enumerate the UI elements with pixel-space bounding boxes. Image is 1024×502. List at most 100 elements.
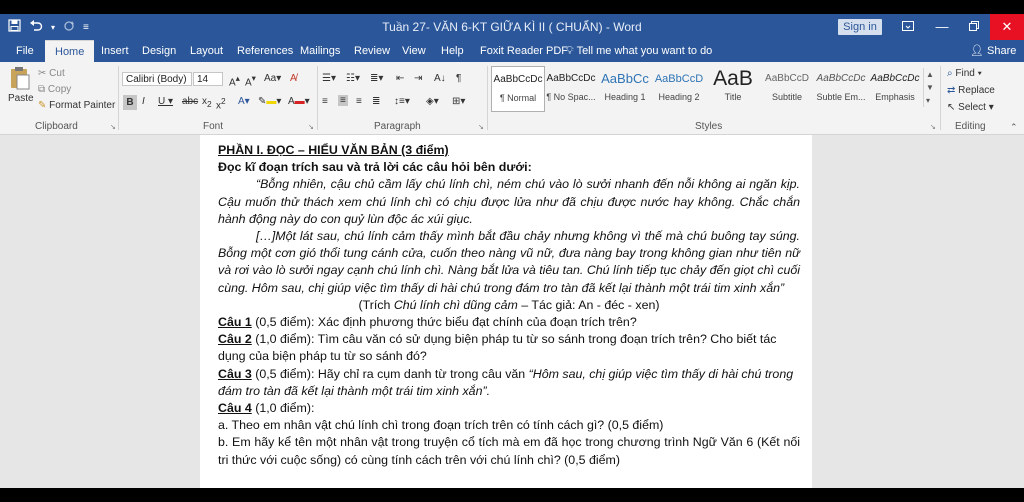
paste-button[interactable]: Paste (8, 66, 34, 104)
collapse-ribbon-icon[interactable]: ⌃ (1010, 122, 1018, 133)
line-spacing-icon[interactable]: ↕≡▾ (394, 96, 410, 107)
increase-indent-icon[interactable]: ⇥ (414, 73, 422, 84)
style-preview: AaBbCcDc (493, 74, 543, 85)
bullets-icon[interactable]: ☰▾ (322, 73, 336, 84)
copy-button[interactable]: ⧉ Copy (38, 84, 71, 95)
minimize-icon[interactable]: — (925, 14, 959, 40)
clipboard-launcher-icon[interactable]: ↘ (110, 123, 116, 131)
close-icon[interactable]: ✕ (990, 14, 1024, 40)
tab-references[interactable]: References (237, 40, 293, 62)
paragraph-group-label: Paragraph (374, 121, 421, 132)
shrink-font-icon[interactable]: A▾ (245, 73, 256, 88)
justify-icon[interactable]: ≣ (372, 96, 380, 107)
tab-mailings[interactable]: Mailings (300, 40, 340, 62)
style-heading-2[interactable]: AaBbCcD Heading 2 (653, 66, 705, 110)
cut-button[interactable]: ✂ Cut (38, 68, 65, 79)
find-label: Find (955, 68, 975, 79)
scroll-down-icon[interactable]: ▼ (926, 81, 934, 94)
select-button[interactable]: ↖ Select ▾ (947, 102, 994, 113)
shading-icon[interactable]: ◈▾ (426, 96, 439, 107)
tab-layout[interactable]: Layout (190, 40, 223, 62)
borders-icon[interactable]: ⊞▾ (452, 96, 465, 107)
style-subtle-emphasis[interactable]: AaBbCcDc Subtle Em... (815, 66, 867, 110)
question-4a: a. Theo em nhân vật chú lính chì trong đ… (218, 418, 664, 433)
font-name-value: Calibri (Body) (126, 74, 187, 85)
font-color-icon[interactable]: A▬▾ (288, 96, 310, 107)
question-text: (1,0 điểm): Tìm câu văn có sử dụng biện … (218, 332, 777, 364)
ribbon-display-icon[interactable] (892, 14, 924, 40)
tab-review[interactable]: Review (354, 40, 390, 62)
text-effects-icon[interactable]: A▾ (238, 96, 250, 107)
more-styles-icon[interactable]: ▾ (926, 94, 934, 107)
tell-me-search[interactable]: 💡︎ Tell me what you want to do (566, 40, 712, 62)
style-normal[interactable]: AaBbCcDc ¶ Normal (491, 66, 545, 112)
align-center-icon[interactable]: ≡ (338, 95, 348, 106)
scroll-up-icon[interactable]: ▲ (926, 68, 934, 81)
divider (118, 66, 119, 130)
question-4b: b. Em hãy kể tên một nhân vật trong truy… (218, 435, 800, 467)
tab-design[interactable]: Design (142, 40, 176, 62)
style-no-spacing[interactable]: AaBbCcDc ¶ No Spac... (545, 66, 597, 110)
replace-label: Replace (958, 85, 995, 96)
clear-formatting-icon[interactable]: A̸ (290, 73, 297, 84)
decrease-indent-icon[interactable]: ⇤ (396, 73, 404, 84)
styles-scroll[interactable]: ▲ ▼ ▾ (923, 68, 934, 107)
tell-me-text: Tell me what you want to do (576, 45, 713, 57)
share-button[interactable]: 👤︎ Share (970, 40, 1016, 62)
restore-icon[interactable] (957, 14, 991, 40)
style-preview: AaB (713, 67, 753, 90)
paragraph-launcher-icon[interactable]: ↘ (478, 123, 484, 131)
person-icon: 👤︎ (970, 45, 984, 57)
style-subtitle[interactable]: AaBbCcD Subtitle (761, 66, 813, 110)
italic-icon[interactable]: I (142, 96, 145, 107)
question-4: Câu 4 (1,0 điểm): (218, 400, 800, 417)
align-left-icon[interactable]: ≡ (322, 96, 328, 107)
show-formatting-icon[interactable]: ¶ (456, 73, 461, 84)
style-name: Title (724, 92, 742, 102)
tab-help[interactable]: Help (441, 40, 464, 62)
tab-insert[interactable]: Insert (101, 40, 129, 62)
styles-launcher-icon[interactable]: ↘ (930, 123, 936, 131)
scissors-icon: ✂ (38, 68, 47, 79)
share-label: Share (987, 45, 1017, 57)
multilevel-list-icon[interactable]: ≣▾ (370, 73, 383, 84)
tab-view[interactable]: View (402, 40, 426, 62)
subscript-icon[interactable]: x2 (202, 96, 212, 109)
question-text: (0,5 điểm): Xác định phương thức biểu đạ… (251, 315, 637, 330)
replace-button[interactable]: ⇄ Replace (947, 85, 995, 96)
underline-icon[interactable]: U ▾ (158, 96, 173, 107)
style-emphasis[interactable]: AaBbCcDc Emphasis (869, 66, 921, 110)
font-name-dropdown[interactable]: Calibri (Body) (122, 72, 192, 86)
sign-in-button[interactable]: Sign in (838, 19, 882, 35)
font-size-dropdown[interactable]: 14 (193, 72, 223, 86)
find-button[interactable]: ⌕ Find ▾ (947, 68, 982, 79)
tab-home[interactable]: Home (45, 40, 95, 63)
document-body[interactable]: PHẦN I. ĐỌC – HIỂU VĂN BẢN (3 điểm) Đọc … (218, 142, 800, 469)
numbering-icon[interactable]: ☷▾ (346, 73, 360, 84)
highlight-icon[interactable]: ✎▬▾ (258, 96, 281, 107)
change-case-icon[interactable]: Aa▾ (264, 73, 281, 84)
superscript-icon[interactable]: x2 (216, 96, 226, 111)
replace-icon: ⇄ (947, 85, 956, 96)
style-heading-1[interactable]: AaBbCc Heading 1 (599, 66, 651, 110)
passage-paragraph-2: […]Một lát sau, chú lính cảm thấy mình b… (218, 229, 800, 295)
style-preview: AaBbCcDc (816, 73, 866, 84)
bold-icon[interactable]: B (123, 95, 137, 110)
lightbulb-icon: 💡︎ (566, 45, 574, 57)
grow-font-icon[interactable]: A▴ (229, 73, 240, 88)
sort-icon[interactable]: A↓ (434, 73, 446, 84)
style-name: Subtle Em... (816, 92, 866, 102)
align-right-icon[interactable]: ≡ (356, 96, 362, 107)
font-launcher-icon[interactable]: ↘ (308, 123, 314, 131)
style-title[interactable]: AaB Title (707, 66, 759, 110)
document-page[interactable]: PHẦN I. ĐỌC – HIỂU VĂN BẢN (3 điểm) Đọc … (200, 135, 812, 488)
tab-file[interactable]: File (16, 40, 34, 62)
font-group-label: Font (203, 121, 224, 132)
cut-label: Cut (49, 68, 65, 79)
style-preview: AaBbCcDc (870, 73, 920, 84)
search-icon: ⌕ (947, 68, 953, 79)
format-painter-button[interactable]: ✎ Format Painter (38, 100, 115, 111)
strikethrough-icon[interactable]: abc (182, 96, 198, 107)
tab-foxit-reader-pdf[interactable]: Foxit Reader PDF (480, 40, 568, 62)
clipboard-group-label: Clipboard (35, 121, 78, 132)
